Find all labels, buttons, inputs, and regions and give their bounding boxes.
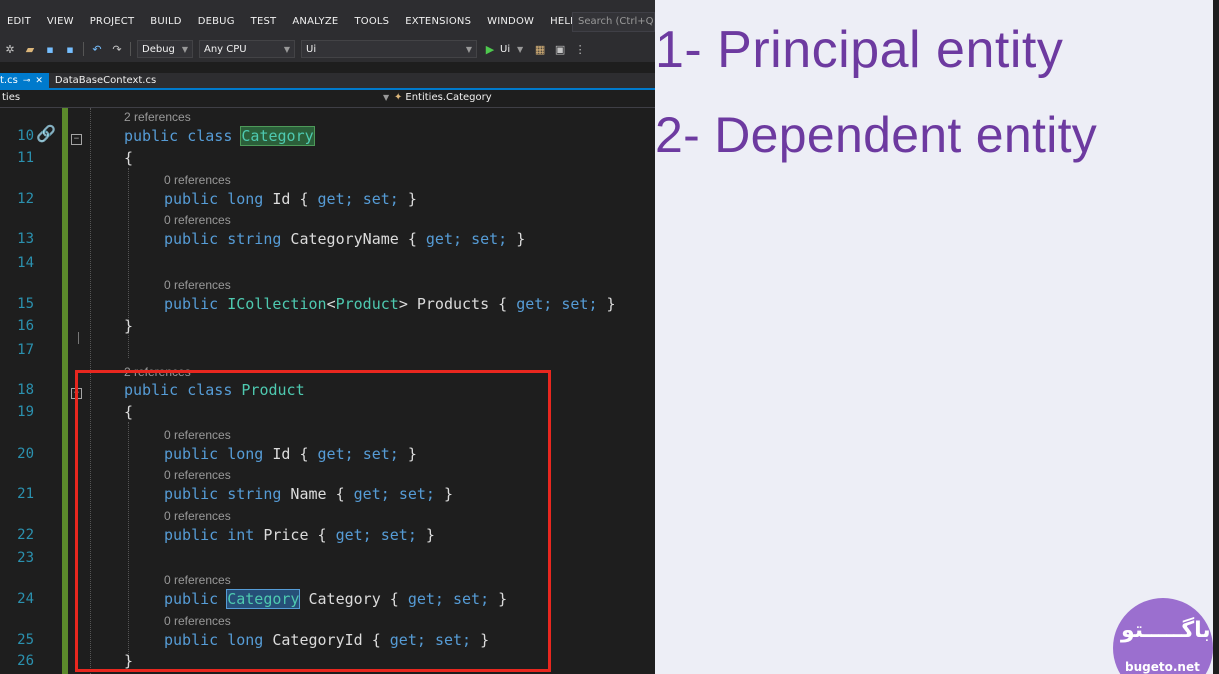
code-editor[interactable]: 🔗 − − 2 references 10 public class Categ… (0, 108, 655, 674)
line-number: 17 (17, 342, 34, 358)
code-line-10: 10 public class Category (0, 126, 655, 146)
start-debug-icon[interactable]: ▶ (483, 43, 497, 56)
code-line-12: 12 public long Id { get; set; } (0, 189, 655, 209)
quick-launch-search[interactable]: Search (Ctrl+Q) (572, 12, 655, 32)
chevron-down-icon[interactable]: ▼ (513, 45, 527, 54)
chevron-down-icon: ▼ (283, 44, 290, 54)
tab-label: t.cs (0, 75, 18, 86)
line-text: { (124, 149, 134, 167)
line-text: } (124, 317, 134, 335)
startup-project-value: Ui (306, 43, 317, 55)
project-scope-dropdown[interactable]: ties (2, 92, 20, 103)
type-scope-value: Entities.Category (405, 92, 492, 103)
line-number: 14 (17, 255, 34, 271)
codelens-references[interactable]: 2 references (124, 110, 191, 124)
menu-view[interactable]: VIEW (39, 16, 82, 27)
line-number: 12 (17, 191, 34, 207)
line-number: 11 (17, 150, 34, 166)
browser-link-icon[interactable]: ▦ (533, 43, 547, 56)
tab-label: DataBaseContext.cs (54, 75, 157, 86)
code-line-13: 13 public string CategoryName { get; set… (0, 229, 655, 249)
menu-edit[interactable]: EDIT (0, 16, 39, 27)
navigation-bar: ties ▼ ✦ Entities.Category (0, 91, 655, 108)
menu-window[interactable]: WINDOW (479, 16, 542, 27)
close-icon[interactable]: ✕ (35, 76, 43, 86)
bugeto-logo: باگـــــتو bugeto.net (1113, 598, 1213, 674)
line-number: 18 (17, 382, 34, 398)
tab-databasecontext[interactable]: DataBaseContext.cs (49, 73, 162, 88)
more-tools-icon[interactable]: ⋮ (573, 43, 587, 56)
chevron-down-icon[interactable]: ▼ (383, 93, 389, 102)
standard-toolbar: ✲ ▰ ▪ ▪ ↶ ↷ Debug ▼ Any CPU ▼ Ui ▼ ▶ Ui ▼ ▦… (0, 36, 655, 62)
tab-entities[interactable]: t.cs ⊸ ✕ (0, 73, 49, 88)
configuration-dropdown[interactable]: Debug ▼ (137, 40, 193, 58)
line-text: public long Id { get; set; } (164, 190, 417, 208)
menu-analyze[interactable]: ANALYZE (284, 16, 346, 27)
new-project-icon[interactable]: ✲ (3, 43, 17, 56)
codelens-references[interactable]: 0 references (164, 213, 231, 227)
platform-dropdown[interactable]: Any CPU ▼ (199, 40, 295, 58)
startup-project-dropdown[interactable]: Ui ▼ (301, 40, 477, 58)
dependent-entity-title: 2- Dependent entity (655, 107, 1098, 163)
line-text: public string CategoryName { get; set; } (164, 230, 526, 248)
slide-panel: 1- Principal entity 2- Dependent entity … (655, 0, 1219, 674)
menu-project[interactable]: PROJECT (82, 16, 143, 27)
line-number: 26 (17, 653, 34, 669)
menu-test[interactable]: TEST (243, 16, 285, 27)
code-line-11: 11 { (0, 148, 655, 168)
class-icon: ✦ (394, 92, 403, 103)
code-line-14: 14 (0, 253, 655, 273)
open-folder-icon[interactable]: ▰ (23, 43, 37, 56)
redo-icon[interactable]: ↷ (110, 43, 124, 56)
visual-studio-window: EDIT VIEW PROJECT BUILD DEBUG TEST ANALY… (0, 0, 655, 674)
code-line-15: 15 public ICollection<Product> Products … (0, 294, 655, 314)
code-line-17: 17 (0, 340, 655, 360)
menu-debug[interactable]: DEBUG (190, 16, 243, 27)
menu-tools[interactable]: TOOLS (346, 16, 397, 27)
line-number: 24 (17, 591, 34, 607)
pin-icon[interactable]: ⊸ (23, 76, 31, 86)
logo-text: باگـــــتو (1121, 618, 1211, 643)
line-number: 15 (17, 296, 34, 312)
platform-value: Any CPU (204, 43, 247, 55)
undo-icon[interactable]: ↶ (90, 43, 104, 56)
menu-build[interactable]: BUILD (142, 16, 189, 27)
screenshot-icon[interactable]: ▣ (553, 43, 567, 56)
document-tab-strip: t.cs ⊸ ✕ DataBaseContext.cs (0, 73, 655, 90)
main-menu: EDIT VIEW PROJECT BUILD DEBUG TEST ANALY… (0, 4, 584, 38)
line-number: 25 (17, 632, 34, 648)
window-edge (1213, 0, 1219, 674)
logo-url: bugeto.net (1125, 660, 1200, 674)
line-text: public ICollection<Product> Products { g… (164, 295, 616, 313)
run-target-label[interactable]: Ui (500, 44, 510, 55)
menu-extensions[interactable]: EXTENSIONS (397, 16, 479, 27)
line-number: 19 (17, 404, 34, 420)
line-number: 20 (17, 446, 34, 462)
line-number: 13 (17, 231, 34, 247)
highlight-box (75, 370, 551, 672)
principal-entity-title: 1- Principal entity (655, 21, 1064, 79)
type-scope-dropdown[interactable]: ✦ Entities.Category (394, 92, 492, 103)
chevron-down-icon: ▼ (465, 44, 472, 54)
line-number: 22 (17, 527, 34, 543)
line-text: public class Category (124, 126, 315, 146)
save-icon[interactable]: ▪ (43, 43, 57, 56)
codelens-references[interactable]: 0 references (164, 173, 231, 187)
code-line-16: 16 } (0, 316, 655, 336)
toolbar-separator (83, 42, 84, 56)
line-number: 21 (17, 486, 34, 502)
toolbar-separator (130, 42, 131, 56)
line-number: 10 (17, 128, 34, 144)
line-number: 23 (17, 550, 34, 566)
codelens-references[interactable]: 0 references (164, 278, 231, 292)
configuration-value: Debug (142, 43, 175, 55)
line-number: 16 (17, 318, 34, 334)
save-all-icon[interactable]: ▪ (63, 43, 77, 56)
chevron-down-icon: ▼ (181, 44, 188, 54)
